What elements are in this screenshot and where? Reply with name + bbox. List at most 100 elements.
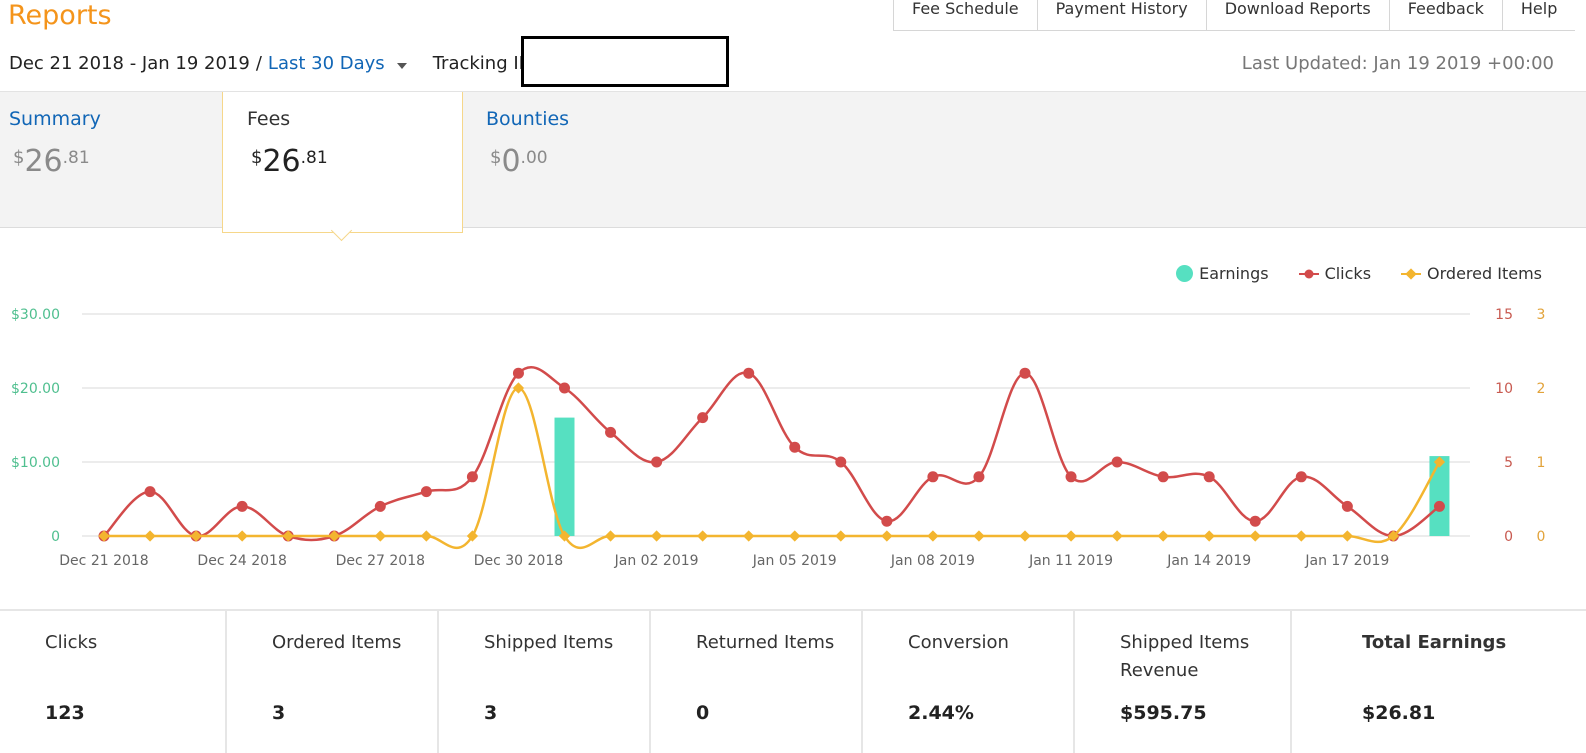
clicks-point [605, 426, 617, 438]
metric-ordered-items: Ordered Items 3 [227, 611, 439, 753]
clicks-point [466, 471, 478, 483]
clicks-point [1203, 471, 1215, 483]
metric-shipped-revenue: Shipped Items Revenue $595.75 [1075, 611, 1292, 753]
tab-fees-label: Fees [247, 108, 291, 130]
metric-clicks-value: 123 [45, 702, 85, 724]
y-right-ordered-tick-label: 1 [1537, 455, 1546, 471]
x-tick-label: Dec 30 2018 [474, 553, 563, 569]
report-tabs: Summary $26.81 Fees $26.81 Bounties $0.0… [0, 91, 1586, 233]
clicks-point [1295, 471, 1307, 483]
ordered-items-point [743, 530, 755, 542]
tab-bounties-label: Bounties [486, 108, 570, 130]
tab-fees-amount: $26.81 [251, 144, 328, 179]
clicks-point [1157, 471, 1169, 483]
legend-item-earnings[interactable]: Earnings [1176, 264, 1269, 283]
last-updated: Last Updated: Jan 19 2019 +00:00 [1241, 53, 1554, 74]
clicks-point [697, 412, 709, 424]
nav-feedback[interactable]: Feedback [1390, 0, 1503, 30]
ordered-items-point [190, 530, 202, 542]
ordered-items-point [144, 530, 156, 542]
ordered-items-point [604, 530, 617, 542]
y-right-clicks-tick-label: 15 [1495, 307, 1513, 323]
tab-summary[interactable]: Summary $26.81 [0, 92, 222, 227]
y-left-tick-label: $20.00 [11, 381, 60, 397]
clicks-point [1341, 500, 1353, 512]
legend-earnings-label: Earnings [1199, 264, 1269, 283]
x-tick-label: Dec 24 2018 [197, 553, 286, 569]
x-tick-label: Jan 17 2019 [1304, 553, 1389, 569]
ordered-items-point [973, 530, 985, 542]
date-range-text: Dec 21 2018 - Jan 19 2019 [9, 53, 250, 74]
date-range-dropdown[interactable]: Last 30 Days [268, 52, 407, 76]
metrics-bar: Clicks 123 Ordered Items 3 Shipped Items… [0, 609, 1586, 753]
top-nav: Fee Schedule Payment History Download Re… [893, 0, 1576, 31]
ordered-items-point [1019, 530, 1031, 542]
metric-ordered-items-value: 3 [272, 702, 286, 724]
clicks-point [835, 456, 847, 468]
metric-returned-items: Returned Items 0 [651, 611, 863, 753]
clicks-point [743, 367, 755, 379]
metric-total-earnings-label: Total Earnings [1362, 632, 1507, 653]
nav-download-reports[interactable]: Download Reports [1207, 0, 1390, 30]
y-left-tick-label: 0 [51, 529, 60, 545]
tab-summary-amount: $26.81 [13, 144, 90, 179]
ordered-items-point [1203, 530, 1215, 542]
legend-item-ordered-items[interactable]: Ordered Items [1401, 264, 1542, 283]
metric-returned-items-value: 0 [696, 702, 710, 724]
date-range-separator: / [255, 53, 262, 74]
nav-payment-history[interactable]: Payment History [1038, 0, 1207, 30]
clicks-point [374, 500, 386, 512]
y-right-ordered-tick-label: 2 [1537, 381, 1546, 397]
clicks-point [559, 382, 570, 394]
clicks-point [1065, 471, 1077, 483]
ordered-items-point [420, 530, 433, 542]
chart-legend: Earnings Clicks Ordered Items [1146, 264, 1542, 283]
clicks-point [236, 500, 248, 512]
tab-bounties[interactable]: Bounties $0.00 [477, 92, 717, 227]
tracking-id-redacted-box[interactable] [521, 36, 729, 87]
legend-earnings-swatch [1176, 265, 1194, 282]
page-title: Reports [8, 0, 112, 31]
date-filter-row: Dec 21 2018 - Jan 19 2019 / Last 30 Days… [9, 52, 539, 76]
nav-help[interactable]: Help [1503, 0, 1575, 30]
ordered-items-point [835, 530, 847, 542]
ordered-items-point [1065, 530, 1077, 542]
y-right-clicks-tick-label: 5 [1504, 455, 1513, 471]
clicks-point [651, 456, 663, 468]
clicks-point [1433, 500, 1445, 512]
chevron-down-icon [396, 62, 407, 69]
clicks-point [973, 471, 985, 483]
clicks-point [881, 515, 893, 527]
ordered-items-point [927, 530, 939, 542]
ordered-items-point [236, 530, 248, 542]
x-tick-label: Jan 05 2019 [752, 553, 837, 569]
nav-fee-schedule[interactable]: Fee Schedule [894, 0, 1038, 30]
metric-total-earnings: Total Earnings $26.81 [1292, 611, 1586, 753]
x-tick-label: Jan 11 2019 [1028, 553, 1113, 569]
date-range-selected: Last 30 Days [267, 53, 385, 74]
ordered-items-point [374, 530, 386, 542]
legend-item-clicks[interactable]: Clicks [1298, 264, 1371, 283]
y-right-ordered-tick-label: 0 [1537, 529, 1546, 545]
clicks-point [144, 486, 156, 498]
legend-ordered-items-label: Ordered Items [1427, 264, 1542, 283]
metric-shipped-revenue-label: Shipped Items Revenue [1120, 632, 1250, 681]
legend-clicks-swatch [1298, 269, 1319, 278]
metric-clicks: Clicks 123 [0, 611, 227, 753]
clicks-point [789, 441, 801, 453]
metric-shipped-items: Shipped Items 3 [439, 611, 651, 753]
metric-conversion-label: Conversion [908, 632, 1009, 653]
ordered-items-point [789, 530, 801, 542]
tab-fees[interactable]: Fees $26.81 [222, 92, 463, 233]
earnings-chart: 0 $10.00 $20.00 $30.00 0 5 10 15 0 1 2 3 Dec 21 2018… [11, 307, 1546, 569]
clicks-point [1249, 515, 1261, 527]
x-tick-label: Jan 08 2019 [890, 553, 975, 569]
ordered-items-point [1341, 530, 1354, 542]
earnings-bar [1429, 456, 1450, 536]
ordered-items-point [1111, 530, 1123, 542]
metric-shipped-revenue-value: $595.75 [1120, 702, 1207, 724]
metric-ordered-items-label: Ordered Items [272, 632, 402, 653]
x-tick-label: Dec 27 2018 [336, 553, 425, 569]
ordered-items-series-line [103, 386, 1441, 550]
ordered-items-point [696, 530, 709, 542]
